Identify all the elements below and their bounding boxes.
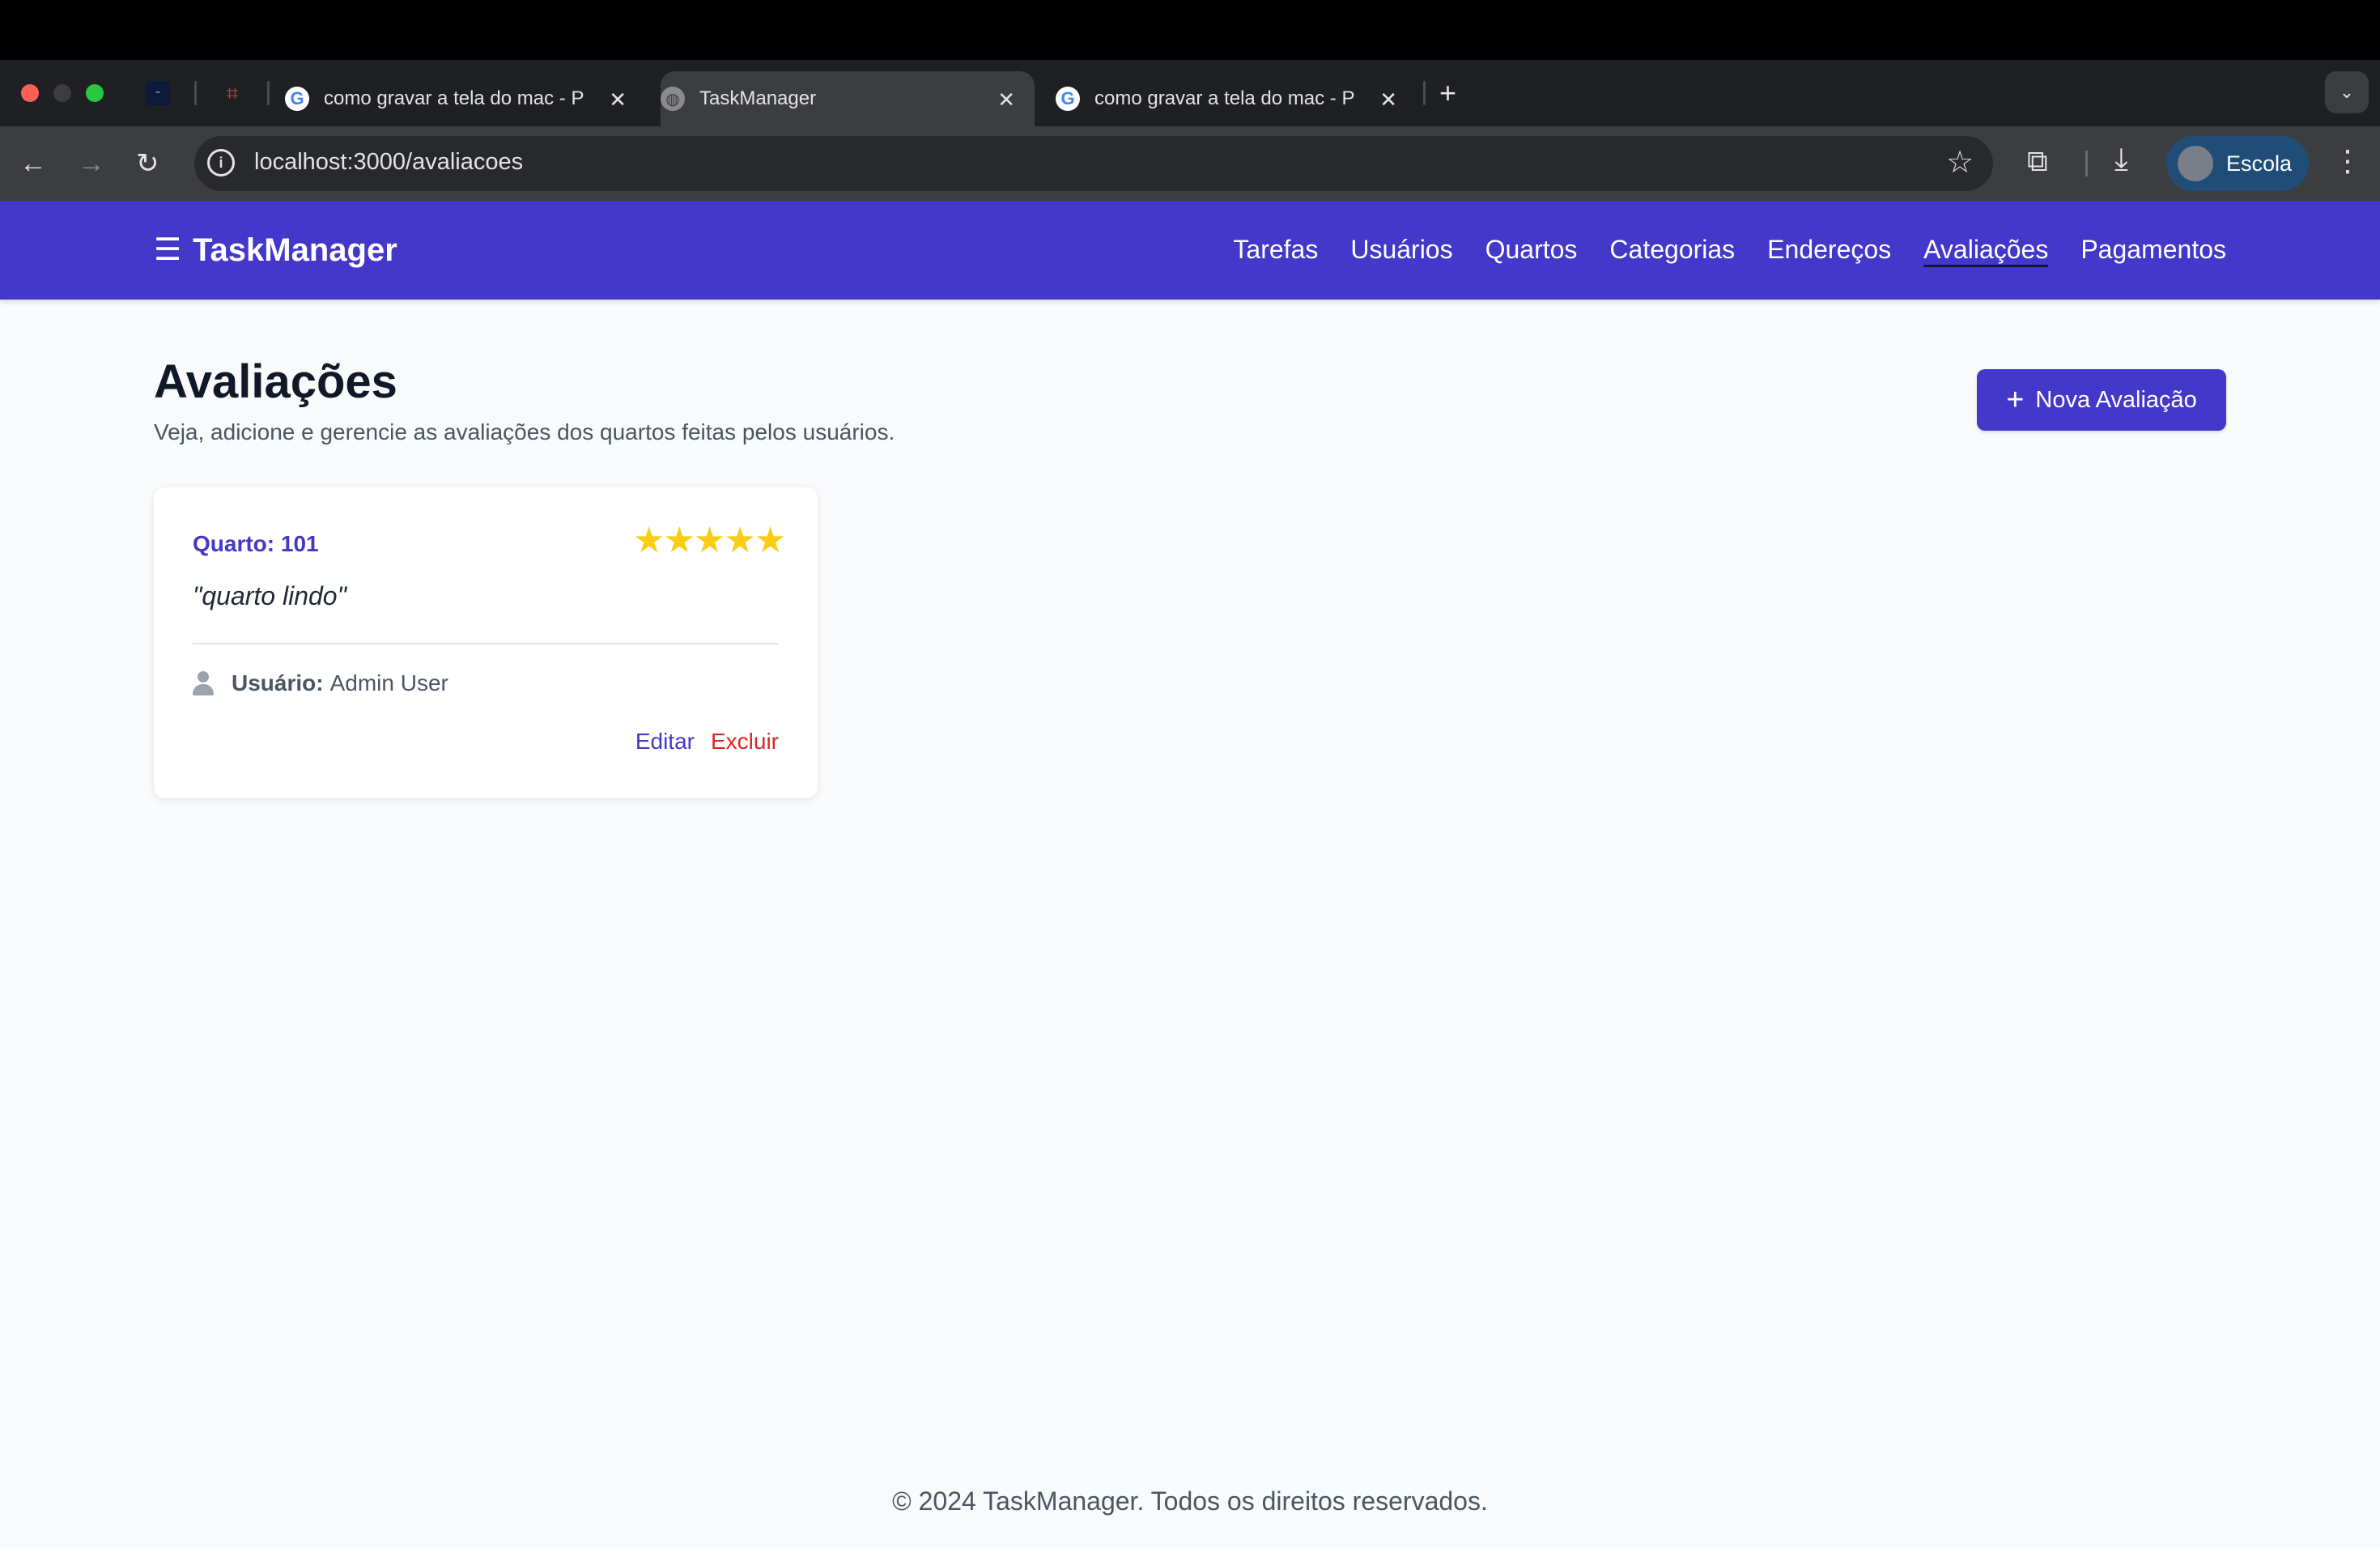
brand-name: TaskManager	[193, 232, 397, 268]
new-tab-icon[interactable]: +	[1439, 76, 1456, 110]
brand-logo[interactable]: ☰ TaskManager	[154, 232, 397, 269]
site-info-icon[interactable]: i	[207, 149, 235, 176]
profile-button[interactable]: Escola	[2166, 136, 2309, 191]
tasks-list-icon: ☰	[154, 233, 182, 267]
tab-separator	[194, 81, 197, 105]
url-text[interactable]: localhost:3000/avaliacoes	[254, 149, 523, 176]
pinned-tab-1[interactable]: ▪▪	[146, 81, 170, 105]
menu-bar	[0, 0, 2380, 60]
rating-stars: ★★★★★	[633, 520, 786, 561]
footer-text: © 2024 TaskManager. Todos os direitos re…	[892, 1486, 1488, 1516]
google-icon: G	[1056, 87, 1080, 111]
tab-title: TaskManager	[699, 87, 817, 109]
close-tab-icon[interactable]: ✕	[609, 87, 627, 113]
tab-title: como gravar a tela do mac - P	[1094, 87, 1355, 109]
room-info: Quarto: 101	[193, 531, 319, 557]
room-number: 101	[280, 531, 319, 556]
nav-link-tarefas[interactable]: Tarefas	[1233, 235, 1318, 267]
back-arrow-icon[interactable]: ←	[19, 144, 47, 183]
reload-icon[interactable]: ↻	[136, 144, 159, 183]
star-icon: ★	[633, 521, 665, 560]
user-icon	[193, 671, 214, 695]
bookmark-star-icon[interactable]: ☆	[1946, 144, 1974, 181]
extensions-puzzle-icon[interactable]: ⧉	[2027, 144, 2048, 179]
plus-icon: +	[2006, 382, 2025, 417]
user-name: Admin User	[329, 670, 448, 695]
close-tab-icon[interactable]: ✕	[997, 87, 1015, 113]
nav-link-enderecos[interactable]: Endereços	[1767, 235, 1891, 267]
pinned-tab-2[interactable]: ⌗	[220, 81, 244, 105]
tab-google-search-2[interactable]: G como gravar a tela do mac - P ✕	[1056, 71, 1417, 126]
nav-link-pagamentos[interactable]: Pagamentos	[2080, 235, 2226, 267]
new-review-button[interactable]: + Nova Avaliação	[1977, 369, 2226, 431]
google-icon: G	[285, 87, 309, 111]
close-tab-icon[interactable]: ✕	[1379, 87, 1397, 113]
tab-taskmanager[interactable]: ◍ TaskManager ✕	[661, 71, 1035, 126]
new-review-label: Nova Avaliação	[2035, 386, 2197, 413]
tab-separator	[267, 81, 270, 105]
close-window-button[interactable]	[21, 84, 39, 102]
nav-link-usuarios[interactable]: Usuários	[1350, 235, 1452, 267]
review-user: Usuário: Admin User	[193, 670, 448, 696]
user-label: Usuário:	[232, 670, 324, 695]
edit-link[interactable]: Editar	[635, 729, 695, 755]
star-icon: ★	[693, 521, 725, 560]
nav-link-categorias[interactable]: Categorias	[1609, 235, 1735, 267]
minimize-window-button[interactable]	[53, 84, 71, 102]
room-label: Quarto:	[193, 531, 275, 556]
main-nav: Tarefas Usuários Quartos Categorias Ende…	[1201, 235, 2226, 267]
maximize-window-button[interactable]	[86, 84, 104, 102]
toolbar-separator	[2085, 151, 2088, 176]
tab-search-chevron-icon[interactable]: ⌄	[2325, 71, 2369, 113]
profile-name: Escola	[2226, 151, 2293, 176]
divider	[193, 643, 779, 644]
more-options-icon[interactable]: ⋮	[2333, 144, 2362, 178]
review-actions: Editar Excluir	[635, 729, 779, 755]
nav-link-avaliacoes[interactable]: Avaliações	[1923, 235, 2049, 267]
delete-link[interactable]: Excluir	[711, 729, 779, 755]
download-icon[interactable]: ⤓	[2114, 142, 2128, 177]
tab-separator	[1423, 81, 1426, 105]
tab-google-search-1[interactable]: G como gravar a tela do mac - P ✕	[285, 71, 646, 126]
nav-link-quartos[interactable]: Quartos	[1485, 235, 1578, 267]
page-title: Avaliações	[154, 355, 397, 408]
avatar	[2178, 146, 2213, 181]
review-comment: "quarto lindo"	[193, 581, 346, 610]
review-card: Quarto: 101 ★★★★★ "quarto lindo" Usuário…	[154, 487, 818, 798]
star-icon: ★	[663, 521, 695, 560]
page-subtitle: Veja, adicione e gerencie as avaliações …	[154, 419, 895, 444]
globe-icon: ◍	[661, 87, 685, 111]
tab-title: como gravar a tela do mac - P	[324, 87, 584, 109]
star-icon: ★	[754, 521, 786, 560]
star-icon: ★	[724, 521, 755, 560]
forward-arrow-icon[interactable]: →	[78, 144, 105, 183]
